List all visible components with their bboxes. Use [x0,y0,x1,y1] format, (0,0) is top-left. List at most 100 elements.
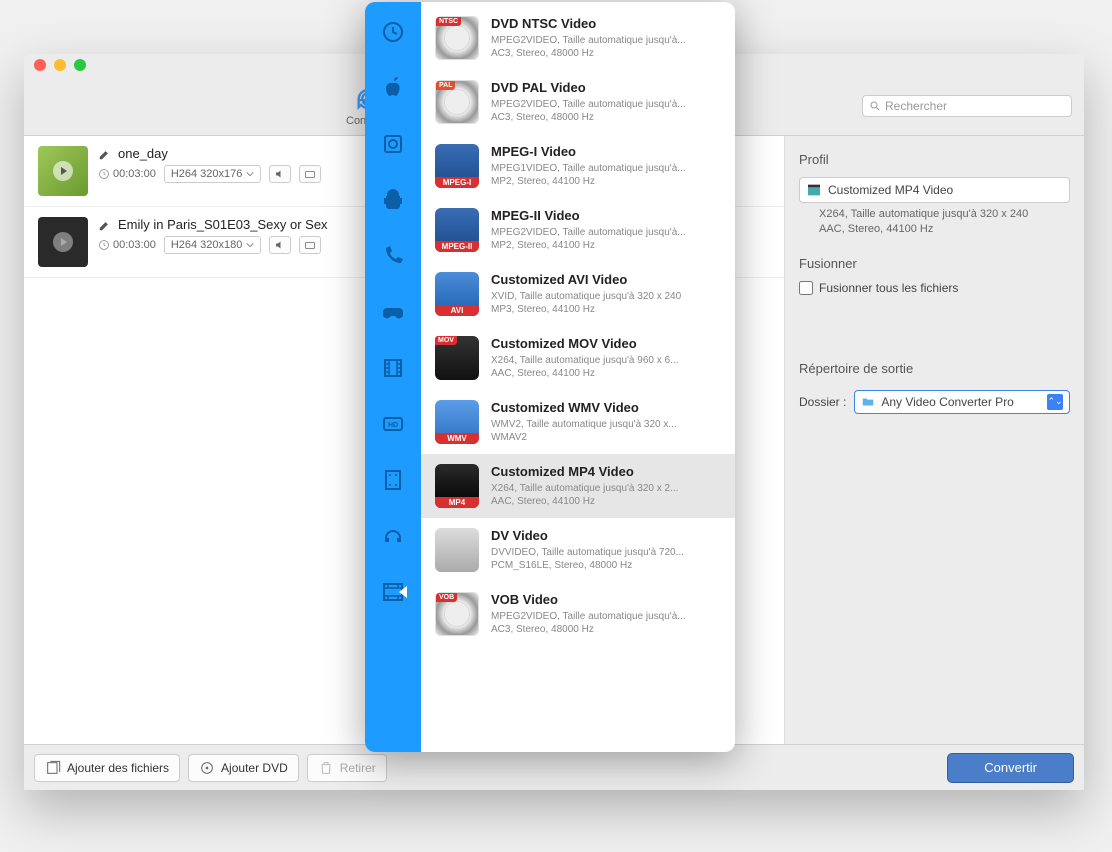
chevron-down-icon [246,241,254,249]
format-title: MPEG-I Video [491,144,721,159]
format-option-avi[interactable]: AVI Customized AVI Video XVID, Taille auto… [421,262,735,326]
close-window-button[interactable] [34,59,46,71]
format-desc: AC3, Stereo, 48000 Hz [491,623,721,636]
format-icon [435,528,479,572]
format-desc: MP2, Stereo, 44100 Hz [491,175,721,188]
format-option-mpeg2[interactable]: MPEG-IIMPEG-II VideoMPEG2VIDEO, Taille a… [421,198,735,262]
pencil-icon[interactable] [98,218,112,232]
format-option-mpeg1[interactable]: MPEG-I MPEG-I Video MPEG1VIDEO, Taille aut… [421,134,735,198]
minimize-window-button[interactable] [54,59,66,71]
speaker-icon [274,239,286,251]
format-title: VOB Video [491,592,721,607]
speaker-icon [274,168,286,180]
format-select[interactable]: H264 320x176 [164,165,262,183]
format-desc: MP3, Stereo, 44100 Hz [491,303,721,316]
folder-select[interactable]: Any Video Converter Pro ⌃⌄ [854,390,1070,414]
format-title: Customized MOV Video [491,336,721,351]
search-input[interactable]: Rechercher [862,95,1072,117]
format-desc: WMAV2 [491,431,721,444]
profile-section-title: Profil [799,152,1070,167]
format-desc: MPEG1VIDEO, Taille automatique jusqu'à..… [491,162,721,175]
format-option-mov[interactable]: MOVCustomized MOV VideoX264, Taille auto… [421,326,735,390]
profile-desc: X264, Taille automatique jusqu'à 320 x 2… [799,203,1070,238]
format-desc: X264, Taille automatique jusqu'à 960 x 6… [491,354,721,367]
format-list[interactable]: NTSCDVD NTSC VideoMPEG2VIDEO, Taille aut… [421,2,735,752]
audio-button[interactable] [269,165,291,183]
clapper-icon [806,182,822,198]
folder-label: Dossier : [799,395,846,409]
format-desc: DVVIDEO, Taille automatique jusqu'à 720.… [491,546,721,559]
format-title: Customized AVI Video [491,272,721,287]
format-title: DVD PAL Video [491,80,721,95]
svg-text:HD: HD [388,422,398,429]
format-desc: AAC, Stereo, 44100 Hz [491,495,721,508]
add-files-icon [45,760,61,776]
format-option-ntsc[interactable]: NTSCDVD NTSC VideoMPEG2VIDEO, Taille aut… [421,6,735,70]
category-film[interactable] [379,354,407,382]
chevron-down-icon [246,170,254,178]
pencil-icon[interactable] [98,147,112,161]
category-audio[interactable] [379,522,407,550]
format-desc: MPEG2VIDEO, Taille automatique jusqu'à..… [491,610,721,623]
video-thumbnail [38,146,88,196]
category-hd[interactable]: HD [379,410,407,438]
right-sidebar: Profil Customized MP4 Video X264, Taille… [784,136,1084,744]
format-desc: X264, Taille automatique jusqu'à 320 x 2… [491,482,721,495]
format-option-dv[interactable]: DV VideoDVVIDEO, Taille automatique jusq… [421,518,735,582]
category-filmstrip[interactable] [379,466,407,494]
category-phone[interactable] [379,242,407,270]
merge-all-checkbox[interactable]: Fusionner tous les fichiers [799,281,1070,295]
format-desc: PCM_S16LE, Stereo, 48000 Hz [491,559,721,572]
format-title: DVD NTSC Video [491,16,721,31]
category-video-active[interactable] [379,578,407,606]
category-recent[interactable] [379,18,407,46]
category-disc[interactable] [379,130,407,158]
add-dvd-button[interactable]: Ajouter DVD [188,754,299,782]
format-icon: WMV [435,400,479,444]
category-strip: HD [365,2,421,752]
subtitle-icon [304,168,316,180]
format-desc: AC3, Stereo, 48000 Hz [491,47,721,60]
video-thumbnail [38,217,88,267]
format-select[interactable]: H264 320x180 [164,236,262,254]
format-desc: MPEG2VIDEO, Taille automatique jusqu'à..… [491,226,721,239]
output-dir-title: Répertoire de sortie [799,361,1070,376]
format-option-wmv[interactable]: WMVCustomized WMV VideoWMV2, Taille auto… [421,390,735,454]
merge-checkbox-input[interactable] [799,281,813,295]
format-title: Customized WMV Video [491,400,721,415]
merge-section-title: Fusionner [799,256,1070,271]
search-icon [869,100,881,112]
format-option-vob[interactable]: VOBVOB VideoMPEG2VIDEO, Taille automatiq… [421,582,735,646]
profile-chip[interactable]: Customized MP4 Video [799,177,1070,203]
category-game[interactable] [379,298,407,326]
format-desc: MP2, Stereo, 44100 Hz [491,239,721,252]
play-icon [51,159,75,183]
duration: 00:03:00 [98,168,156,180]
clock-icon [98,239,110,251]
format-popover: HD NTSCDVD NTSC VideoMPEG2VIDEO, Taille … [365,2,735,752]
format-option-pal[interactable]: PALDVD PAL VideoMPEG2VIDEO, Taille autom… [421,70,735,134]
format-option-mp4[interactable]: MP4Customized MP4 VideoX264, Taille auto… [421,454,735,518]
convert-button[interactable]: Convertir [947,753,1074,783]
zoom-window-button[interactable] [74,59,86,71]
subtitle-button[interactable] [299,165,321,183]
folder-icon [861,395,875,409]
trash-icon [318,760,334,776]
clock-icon [98,168,110,180]
category-android[interactable] [379,186,407,214]
format-desc: AAC, Stereo, 44100 Hz [491,367,721,380]
audio-button[interactable] [269,236,291,254]
disc-icon [199,760,215,776]
subtitle-icon [304,239,316,251]
format-icon: MPEG-I [435,144,479,188]
format-title: Customized MP4 Video [491,464,721,479]
format-desc: XVID, Taille automatique jusqu'à 320 x 2… [491,290,721,303]
remove-button[interactable]: Retirer [307,754,387,782]
add-files-button[interactable]: Ajouter des fichiers [34,754,180,782]
category-apple[interactable] [379,74,407,102]
profile-name: Customized MP4 Video [828,183,953,197]
format-title: MPEG-II Video [491,208,721,223]
format-desc: AC3, Stereo, 48000 Hz [491,111,721,124]
subtitle-button[interactable] [299,236,321,254]
format-icon: AVI [435,272,479,316]
